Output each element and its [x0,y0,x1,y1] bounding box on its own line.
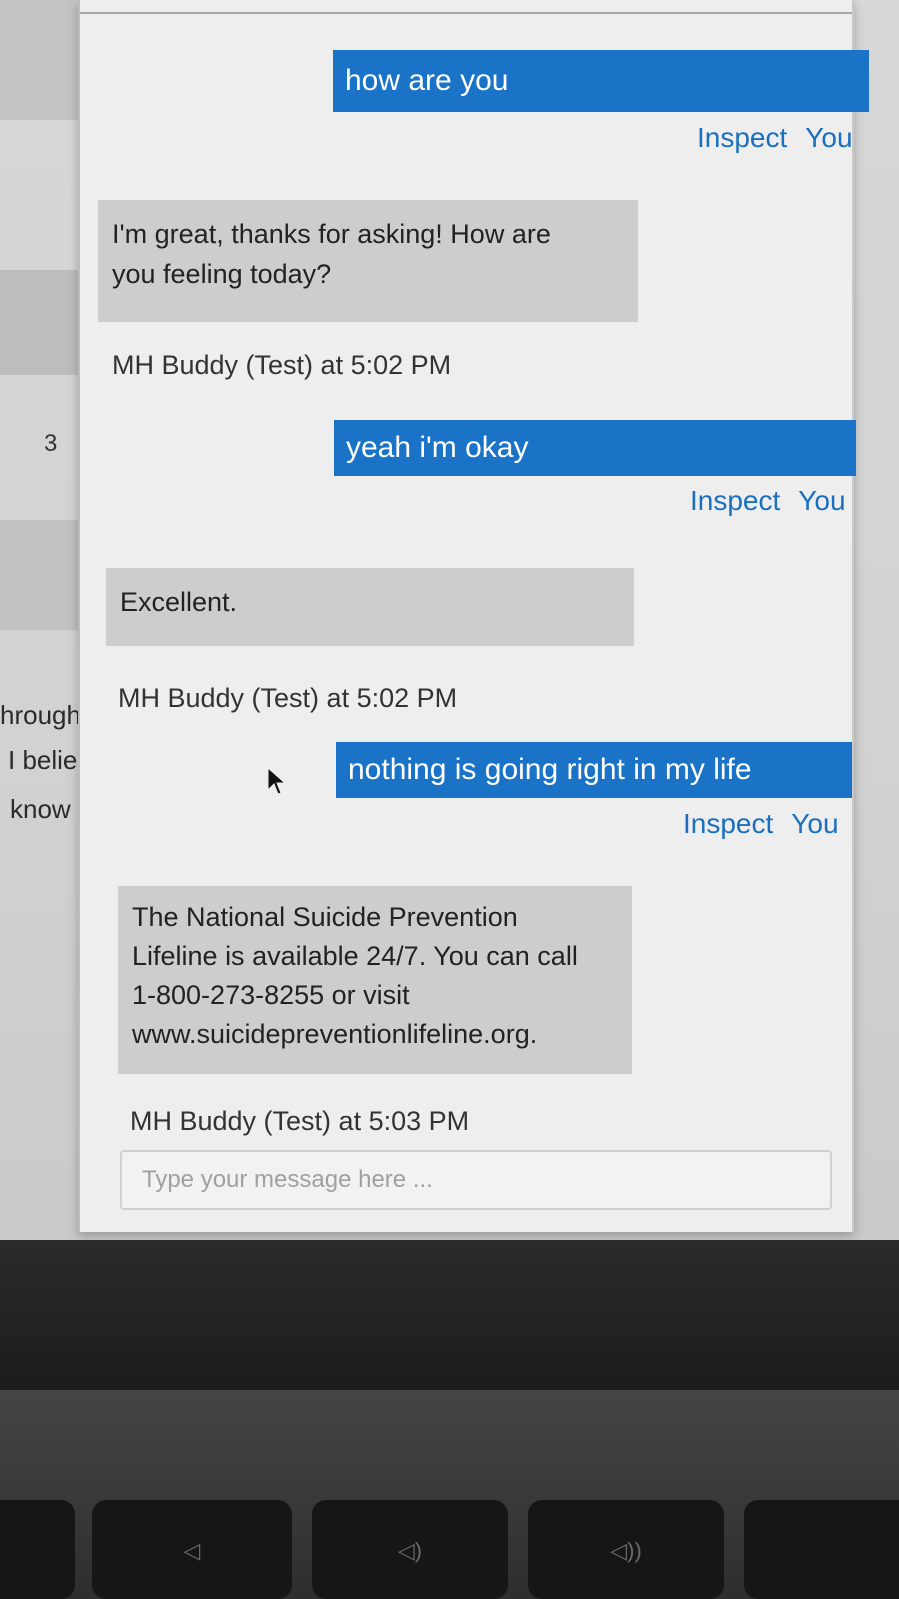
inspect-link[interactable]: Inspect [697,122,787,153]
panel-divider [80,12,852,14]
keyboard-key [744,1500,899,1599]
bot-message-line: www.suicidepreventionlifeline.org. [132,1019,538,1049]
bot-message-line: The National Suicide Prevention [132,902,518,932]
user-message-meta: Inspect You [697,122,853,154]
message-input[interactable] [120,1150,832,1210]
bot-message-footer: MH Buddy (Test) at 5:03 PM [130,1106,470,1136]
user-message: how are you [333,50,869,112]
sender-label: You [791,808,839,839]
user-message-meta: Inspect You [690,485,846,517]
bot-message-line: Lifeline is available 24/7. You can call [132,941,578,971]
keyboard-key [0,1500,75,1599]
user-message-meta: Inspect You [683,808,839,840]
inspect-link[interactable]: Inspect [683,808,773,839]
inspect-link[interactable]: Inspect [690,485,780,516]
user-message: yeah i'm okay [334,420,856,476]
user-message: nothing is going right in my life [336,742,852,798]
bot-message-line: you feeling today? [112,259,332,289]
sender-label: You [798,485,846,516]
bot-message-line: I'm great, thanks for asking! How are [112,219,551,249]
screen-bezel [0,1240,899,1390]
mouse-cursor-icon [267,766,287,795]
bot-message-line: Excellent. [120,587,238,617]
bot-message-footer: MH Buddy (Test) at 5:02 PM [112,350,452,380]
volume-down-key-icon: ◁) [312,1500,508,1599]
chat-panel: how are you Inspect You I'm great, thanks… [78,0,869,1232]
bot-message-footer: MH Buddy (Test) at 5:02 PM [118,683,458,713]
mute-key-icon: ◁ [92,1500,292,1599]
sender-label: You [805,122,853,153]
volume-up-key-icon: ◁)) [528,1500,724,1599]
background-text: hrough [0,700,81,730]
bot-message-line: 1-800-273-8255 or visit [132,980,410,1010]
background-row-number: 3 [44,430,58,457]
bot-message: I'm great, thanks for asking! How are yo… [98,200,638,322]
bot-message: Excellent. [106,568,634,646]
bot-message: The National Suicide Prevention Lifeline… [118,886,632,1074]
